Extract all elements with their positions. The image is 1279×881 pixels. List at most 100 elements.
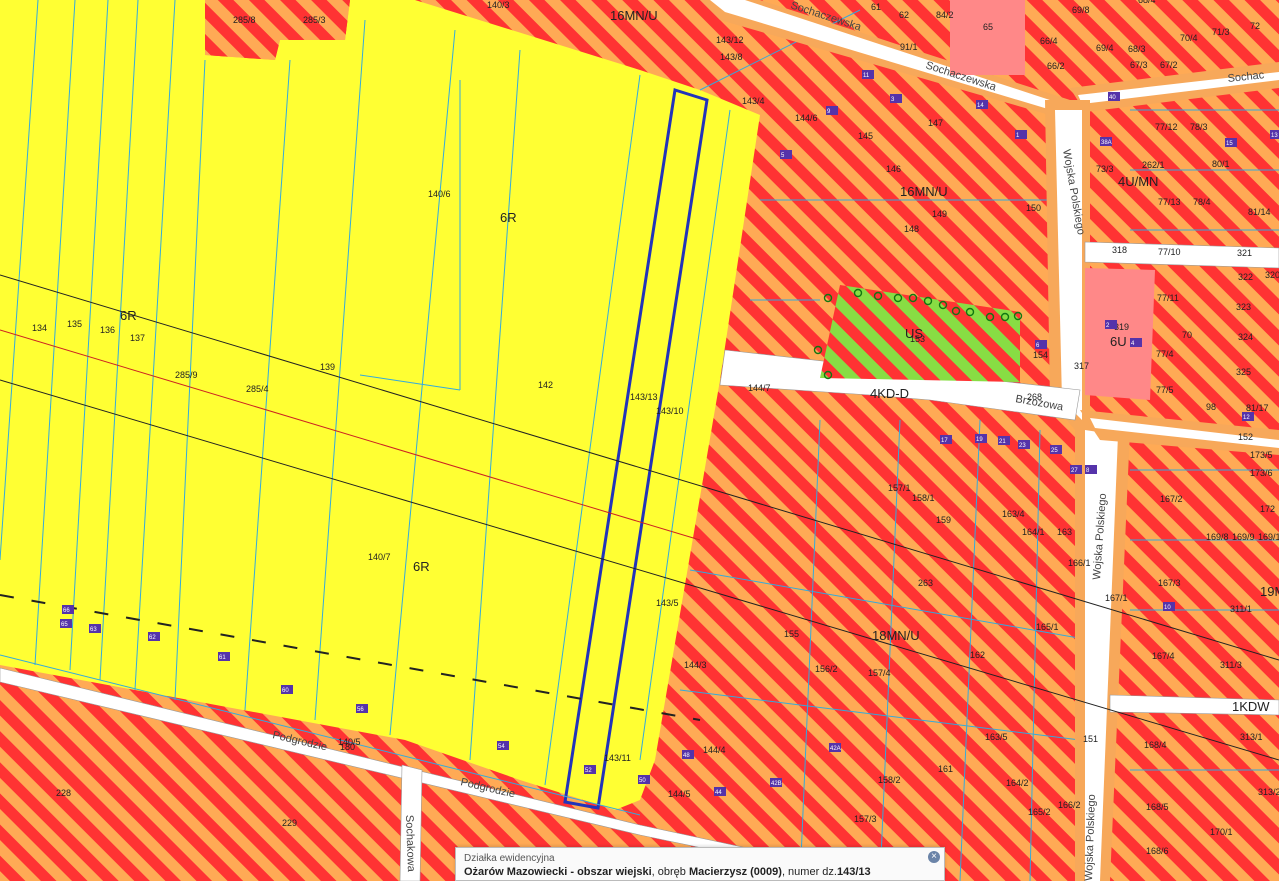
- building-number: 14: [977, 103, 984, 109]
- parcel-label: 168/6: [1146, 846, 1169, 856]
- parcel-label: 311/1: [1230, 604, 1252, 614]
- building-number: 60: [282, 688, 289, 694]
- parcel-label: 167/3: [1158, 578, 1181, 588]
- building-number: 19: [976, 437, 983, 443]
- parcel-label: 268: [1027, 392, 1042, 402]
- parcel-label: 77/5: [1156, 385, 1174, 395]
- parcel-label: 169/9: [1232, 532, 1255, 542]
- parcel-label: 143/11: [604, 753, 631, 763]
- parcel-label: 153: [910, 334, 925, 344]
- building-number: 40: [1109, 95, 1116, 101]
- building-number: 38A: [1101, 140, 1112, 146]
- parcel-label: 70: [1182, 330, 1192, 340]
- popup-parcel-details: Ożarów Mazowiecki - obszar wiejski, obrę…: [464, 865, 936, 880]
- parcel-label: 154: [1033, 350, 1048, 360]
- parcel-label: 156/2: [815, 664, 838, 674]
- parcel-label: 165/2: [1028, 807, 1051, 817]
- street-label: Sochakowa: [403, 815, 417, 873]
- parcel-number: 143/13: [836, 866, 871, 878]
- parcel-label: 321: [1237, 248, 1252, 258]
- parcel-label: 163/5: [985, 732, 1008, 742]
- parcel-label: 324: [1238, 332, 1253, 342]
- precinct-name: Macierzysz (0009): [688, 866, 782, 878]
- zone-label: 6R: [500, 210, 517, 225]
- parcel-label: 168/4: [1144, 740, 1167, 750]
- close-icon[interactable]: ×: [928, 851, 940, 863]
- parcel-label: 169/10: [1258, 532, 1279, 542]
- parcel-label: 311/3: [1220, 660, 1242, 670]
- parcel-label: 68/4: [1138, 0, 1156, 5]
- parcel-label: 144/7: [748, 383, 771, 393]
- zone-label: 19M: [1260, 584, 1279, 599]
- parcel-label: 143/13: [630, 392, 658, 402]
- parcel-label: 173/5: [1250, 450, 1273, 460]
- parcel-label: 323: [1236, 302, 1251, 312]
- parcel-label: 143/12: [716, 35, 744, 45]
- building-number: 63: [90, 627, 97, 633]
- parcel-label: 173/6: [1250, 468, 1273, 478]
- parcel-label: 161: [938, 764, 953, 774]
- building-number: 25: [1051, 448, 1058, 454]
- zone-label: 4KD-D: [870, 386, 909, 401]
- building-number: 52: [585, 768, 592, 774]
- parcel-label: 66/4: [1040, 36, 1058, 46]
- parcel-label: 166/2: [1058, 800, 1081, 810]
- parcel-label: 150: [1026, 203, 1041, 213]
- building-number: 48: [683, 753, 690, 759]
- separator: , obręb: [651, 866, 689, 878]
- building-number: 23: [1019, 443, 1026, 449]
- parcel-label: 162: [970, 650, 985, 660]
- zone-label: 6U: [1110, 334, 1127, 349]
- zone-label: 16MN/U: [900, 184, 948, 199]
- parcel-label: 136: [100, 325, 115, 335]
- parcel-label: 143/4: [742, 96, 765, 106]
- parcel-label: 262/1: [1142, 160, 1165, 170]
- parcel-label: 145: [858, 131, 873, 141]
- parcel-label: 180: [340, 742, 355, 752]
- building-number: 11: [863, 73, 870, 79]
- parcel-label: 157/1: [888, 483, 911, 493]
- parcel-label: 166/1: [1068, 558, 1091, 568]
- parcel-label: 70/4: [1180, 33, 1198, 43]
- parcel-label: 137: [130, 333, 145, 343]
- building-number: 42B: [771, 781, 782, 787]
- zone-label: 6R: [413, 559, 430, 574]
- parcel-label: 144/6: [795, 113, 818, 123]
- building-number: 66: [63, 608, 70, 614]
- parcel-label: 98: [1206, 402, 1216, 412]
- parcel-label: 318: [1112, 245, 1127, 255]
- parcel-label: 158/1: [912, 493, 935, 503]
- parcel-label: 77/4: [1156, 349, 1174, 359]
- parcel-label: 317: [1074, 361, 1089, 371]
- zoning-map[interactable]: 6R 6R 6R 16MN/U 16MN/U 18MN/U 4U/MN 6U U…: [0, 0, 1279, 881]
- parcel-label: 165/1: [1036, 622, 1059, 632]
- parcel-label: 72: [1250, 21, 1260, 31]
- parcel-label: 229: [282, 818, 297, 828]
- parcel-label: 313/2: [1258, 787, 1279, 797]
- parcel-label: 155: [784, 629, 799, 639]
- building-number: 27: [1071, 468, 1078, 474]
- parcel-label: 164/2: [1006, 778, 1029, 788]
- building-number: 54: [498, 744, 505, 750]
- parcel-label: 157/4: [868, 668, 891, 678]
- parcel-label: 320: [1265, 270, 1279, 280]
- parcel-label: 143/8: [720, 52, 743, 62]
- parcel-label: 144/4: [703, 745, 726, 755]
- zone-label: 4U/MN: [1118, 174, 1158, 189]
- parcel-label: 143/5: [656, 598, 679, 608]
- building-number: 12: [1243, 415, 1250, 421]
- building-number: 62: [149, 635, 156, 641]
- building-number: 65: [61, 622, 68, 628]
- parcel-label: 135: [67, 319, 82, 329]
- parcel-label: 81/17: [1246, 403, 1269, 413]
- building-number: 42A: [830, 746, 841, 752]
- building-number: 61: [219, 655, 226, 661]
- building-top-pink: [950, 0, 1025, 75]
- parcel-label: 170/1: [1210, 827, 1233, 837]
- building-number: 17: [941, 438, 948, 444]
- parcel-label: 134: [32, 323, 47, 333]
- parcel-label: 144/3: [684, 660, 707, 670]
- parcel-label: 163/4: [1002, 509, 1025, 519]
- parcel-label: 164/1: [1022, 527, 1045, 537]
- parcel-label: 144/5: [668, 789, 691, 799]
